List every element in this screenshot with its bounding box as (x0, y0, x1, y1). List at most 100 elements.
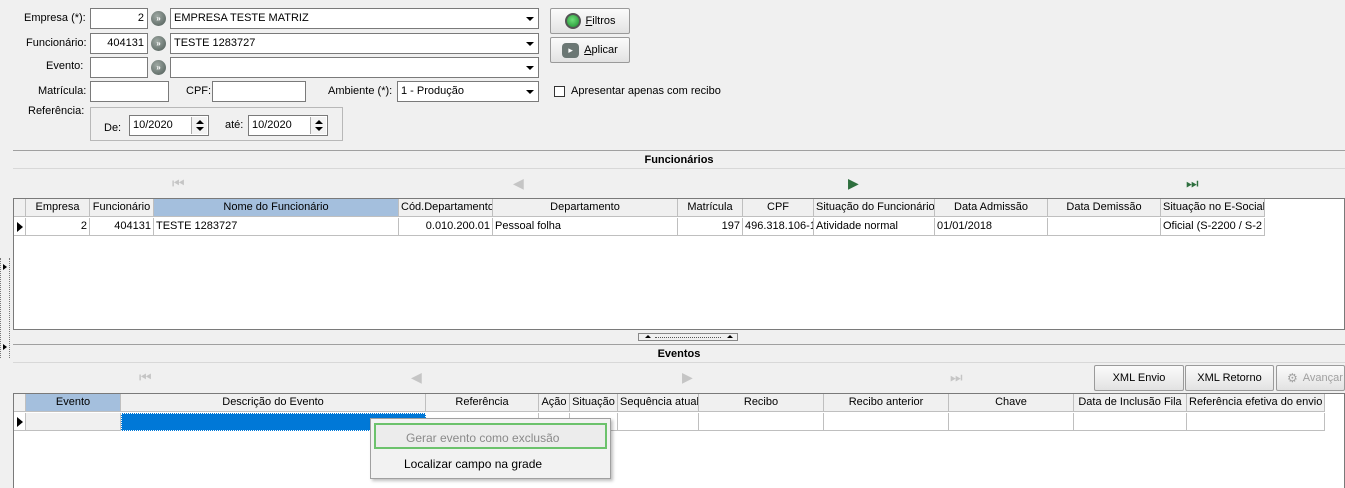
column-header[interactable]: Situação no E-Social (1161, 199, 1265, 217)
collapse-up-icon (645, 335, 651, 338)
table-cell[interactable] (26, 413, 121, 431)
column-header[interactable]: Data Admissão (935, 199, 1048, 217)
table-cell[interactable]: Oficial (S-2200 / S-2 (1161, 218, 1265, 236)
evento-label: Evento: (46, 60, 84, 72)
lookup-icon[interactable]: » (151, 60, 166, 75)
funcionario-code-input[interactable]: 404131 (90, 33, 148, 54)
evento-code-input[interactable] (90, 57, 148, 78)
last-record-icon[interactable]: ⏭ (950, 369, 963, 385)
previous-record-icon[interactable]: ◀ (411, 369, 422, 385)
horizontal-splitter-handle[interactable] (638, 333, 738, 341)
column-header[interactable]: Referência (426, 394, 539, 412)
table-cell[interactable]: 01/01/2018 (935, 218, 1048, 236)
column-header[interactable]: Cód.Departamento (399, 199, 493, 217)
next-record-icon[interactable]: ▶ (682, 369, 693, 385)
table-cell[interactable]: 496.318.106-1 (743, 218, 814, 236)
column-header[interactable]: Chave (949, 394, 1074, 412)
current-row-arrow-icon (14, 218, 26, 236)
previous-record-icon[interactable]: ◀ (513, 175, 524, 191)
expand-arrow-icon (3, 344, 7, 350)
column-header[interactable]: Situação do Funcionário (814, 199, 935, 217)
table-cell[interactable] (1048, 218, 1161, 236)
matricula-label: Matrícula: (38, 85, 87, 97)
table-cell[interactable] (824, 413, 949, 431)
xml-retorno-button[interactable]: XML Retorno (1185, 365, 1274, 391)
chevron-down-icon[interactable] (521, 58, 538, 77)
funcionarios-grid[interactable]: Empresa Funcionário Nome do Funcionário … (13, 198, 1345, 330)
table-cell[interactable] (699, 413, 824, 431)
ate-date-input[interactable]: 10/2020 (248, 115, 328, 136)
column-header[interactable]: Evento (26, 394, 121, 412)
ambiente-select-value: 1 - Produção (401, 85, 464, 97)
left-splitter[interactable] (0, 258, 10, 358)
empresa-code-input[interactable]: 2 (90, 8, 148, 29)
first-record-icon[interactable]: ⏮ (172, 175, 185, 191)
cpf-input[interactable] (212, 81, 306, 102)
table-row[interactable] (14, 413, 1325, 431)
table-cell[interactable]: 2 (26, 218, 90, 236)
xml-envio-button[interactable]: XML Envio (1094, 365, 1184, 391)
next-record-icon[interactable]: ▶ (848, 175, 859, 191)
aplicar-mnemonic: A (584, 44, 592, 56)
column-header[interactable]: Matrícula (678, 199, 743, 217)
column-header[interactable]: Empresa (26, 199, 90, 217)
column-header[interactable]: Descrição do Evento (121, 394, 426, 412)
ambiente-select[interactable]: 1 - Produção (397, 81, 539, 102)
table-cell[interactable]: Atividade normal (814, 218, 935, 236)
table-cell[interactable]: 197 (678, 218, 743, 236)
table-cell[interactable]: 0.010.200.01 (399, 218, 493, 236)
matricula-input[interactable] (90, 81, 169, 102)
lookup-icon[interactable]: » (151, 11, 166, 26)
chevron-down-icon[interactable] (521, 82, 538, 101)
chevron-down-icon[interactable] (521, 9, 538, 28)
column-header[interactable]: Data de Inclusão Fila (1074, 394, 1187, 412)
column-header[interactable]: Funcionário (90, 199, 154, 217)
empresa-select-value: EMPRESA TESTE MATRIZ (174, 12, 309, 24)
column-header[interactable]: Recibo (699, 394, 824, 412)
collapse-up-icon (727, 335, 733, 338)
apenas-recibo-checkbox[interactable] (554, 86, 565, 97)
table-cell[interactable] (1187, 413, 1325, 431)
table-cell[interactable] (1074, 413, 1187, 431)
aplicar-button[interactable]: ▸ Aplicar (550, 37, 630, 63)
funcionario-label: Funcionário: (26, 37, 87, 49)
table-cell[interactable]: TESTE 1283727 (154, 218, 399, 236)
column-header[interactable]: Referência efetiva do envio (1187, 394, 1325, 412)
table-cell[interactable]: Pessoal folha (493, 218, 678, 236)
table-row[interactable]: 2 404131 TESTE 1283727 0.010.200.01 Pess… (14, 218, 1265, 236)
first-record-icon[interactable]: ⏮ (139, 369, 152, 385)
lookup-icon[interactable]: » (151, 36, 166, 51)
apply-icon: ▸ (562, 42, 580, 58)
splitter-dots (655, 337, 721, 338)
filtros-button[interactable]: Filtros (550, 8, 630, 34)
row-indicator-header (14, 199, 26, 217)
spinner-icon[interactable] (310, 117, 326, 134)
row-indicator-header (14, 394, 26, 412)
eventos-grid[interactable]: Evento Descrição do Evento Referência Aç… (13, 393, 1345, 488)
last-record-icon[interactable]: ⏭ (1186, 175, 1199, 191)
context-menu: Gerar evento como exclusão Localizar cam… (370, 418, 611, 479)
table-cell[interactable] (618, 413, 699, 431)
filtros-label: iltros (592, 15, 616, 27)
avancar-button[interactable]: ⚙ Avançar (1276, 365, 1345, 391)
menu-item-gerar-exclusao[interactable]: Gerar evento como exclusão (374, 423, 607, 449)
chevron-down-icon[interactable] (521, 34, 538, 53)
empresa-select[interactable]: EMPRESA TESTE MATRIZ (170, 8, 539, 29)
column-header[interactable]: CPF (743, 199, 814, 217)
table-cell[interactable] (949, 413, 1074, 431)
table-cell[interactable]: 404131 (90, 218, 154, 236)
menu-item-localizar-campo[interactable]: Localizar campo na grade (374, 451, 607, 477)
funcionario-select[interactable]: TESTE 1283727 (170, 33, 539, 54)
column-header[interactable]: Departamento (493, 199, 678, 217)
column-header[interactable]: Data Demissão (1048, 199, 1161, 217)
filter-icon (564, 13, 581, 29)
column-header[interactable]: Ação (539, 394, 570, 412)
de-date-input[interactable]: 10/2020 (129, 115, 209, 136)
funcionarios-section-title: Funcionários (13, 150, 1345, 169)
column-header[interactable]: Situação (570, 394, 618, 412)
column-header[interactable]: Sequência atual (618, 394, 699, 412)
column-header[interactable]: Nome do Funcionário (154, 199, 399, 217)
spinner-icon[interactable] (191, 117, 207, 134)
column-header[interactable]: Recibo anterior (824, 394, 949, 412)
evento-select[interactable] (170, 57, 539, 78)
